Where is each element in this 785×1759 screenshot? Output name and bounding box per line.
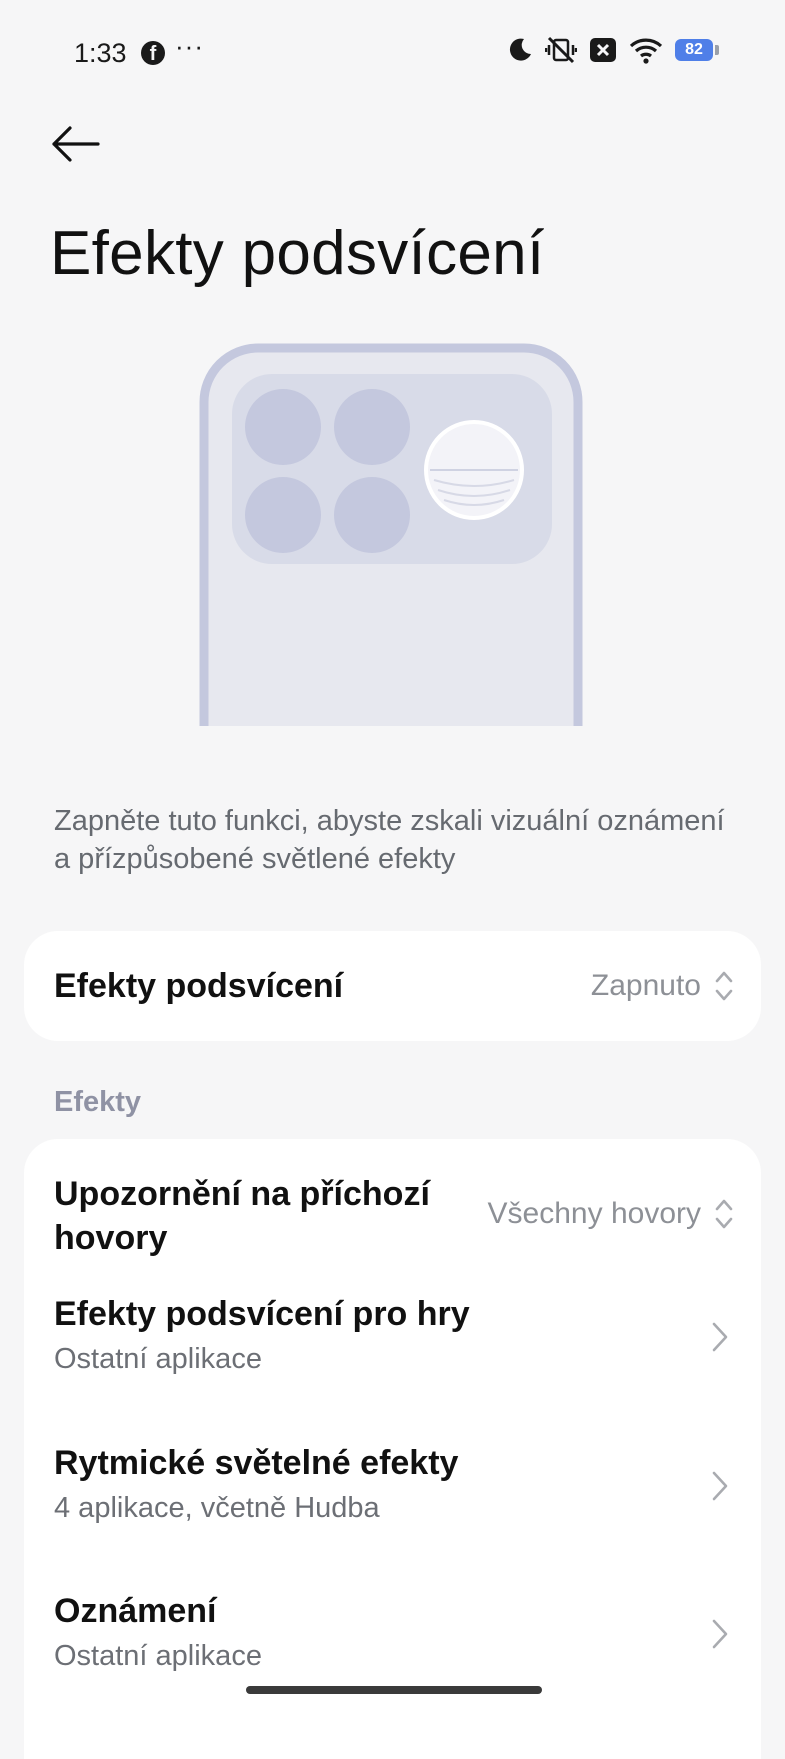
- more-notifications-icon: ···: [175, 31, 204, 61]
- facebook-icon: f: [141, 41, 165, 65]
- back-button[interactable]: [50, 124, 108, 170]
- chevron-right-icon: [712, 1322, 728, 1352]
- up-down-chevron-icon: [715, 971, 733, 1001]
- status-time: 1:33: [74, 38, 127, 68]
- notifications-row[interactable]: Oznámení Ostatní aplikace: [24, 1584, 761, 1714]
- notifications-subtitle: Ostatní aplikace: [54, 1640, 262, 1672]
- chevron-right-icon: [712, 1619, 728, 1649]
- phone-back-illustration: [199, 343, 583, 726]
- moon-icon: [509, 38, 531, 61]
- rhythmic-light-row[interactable]: Rytmické světelné efekty 4 aplikace, vče…: [24, 1436, 761, 1566]
- incoming-call-alert-title-line2: hovory: [54, 1219, 168, 1257]
- rhythmic-light-subtitle: 4 aplikace, včetně Hudba: [54, 1492, 380, 1524]
- game-backlight-title: Efekty podsvícení pro hry: [54, 1295, 470, 1333]
- incoming-call-alert-value: Všechny hovory: [487, 1197, 701, 1230]
- battery-icon: 82: [675, 39, 719, 61]
- vibrate-off-icon: [545, 36, 577, 64]
- home-indicator[interactable]: [246, 1686, 542, 1694]
- rhythmic-light-title: Rytmické světelné efekty: [54, 1444, 459, 1482]
- page-title: Efekty podsvícení: [50, 219, 545, 288]
- close-box-icon: [590, 38, 616, 62]
- notifications-title: Oznámení: [54, 1592, 217, 1630]
- game-backlight-subtitle: Ostatní aplikace: [54, 1343, 262, 1375]
- status-icons: 82: [507, 36, 719, 64]
- effects-list-card: Upozornění na příchozí hovory Všechny ho…: [24, 1139, 761, 1759]
- backlight-effects-label: Efekty podsvícení: [54, 967, 344, 1005]
- chevron-right-icon: [712, 1471, 728, 1501]
- backlight-effects-value: Zapnuto: [590, 969, 701, 1002]
- section-label-effects: Efekty: [54, 1086, 142, 1118]
- incoming-call-alert-title-line1: Upozornění na příchozí: [54, 1175, 430, 1213]
- incoming-call-alert-row[interactable]: Upozornění na příchozí hovory Všechny ho…: [24, 1139, 761, 1269]
- status-bar: 1:33 f ··· 82: [0, 0, 785, 104]
- feature-description: Zapněte tuto funkci, abyste zskali vizuá…: [54, 805, 725, 875]
- backlight-effects-row[interactable]: Efekty podsvícení Zapnuto: [24, 931, 761, 1041]
- backlight-toggle-card: Efekty podsvícení Zapnuto: [24, 931, 761, 1041]
- wifi-icon: [629, 38, 663, 64]
- up-down-chevron-icon: [715, 1199, 733, 1229]
- back-arrow-icon: [52, 126, 100, 162]
- game-backlight-row[interactable]: Efekty podsvícení pro hry Ostatní aplika…: [24, 1287, 761, 1417]
